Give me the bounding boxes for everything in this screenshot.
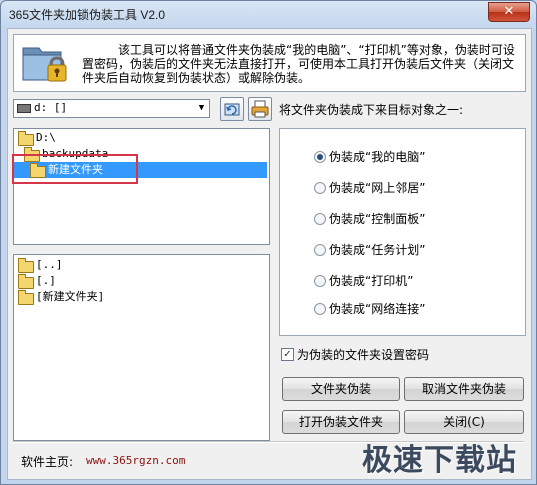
radio-label: 伪装成“我的电脑” xyxy=(329,150,426,164)
printer-icon xyxy=(251,100,269,118)
watermark-text: 极速下载站 xyxy=(362,443,517,478)
highlight-box xyxy=(12,154,138,184)
app-window: 365文件夹加锁伪装工具 V2.0 ✕ 该工具可以将普通文件夹伪装成“我的电脑”… xyxy=(0,0,537,485)
list-item-label: [.] xyxy=(36,274,56,287)
list-item[interactable]: [..] xyxy=(14,257,267,273)
tree-item-drive[interactable]: D:\ xyxy=(14,130,267,146)
folder-icon xyxy=(18,274,34,289)
radio-label: 伪装成“打印机” xyxy=(329,274,414,288)
folder-lock-icon xyxy=(22,47,67,82)
tree-item-label: D:\ xyxy=(36,131,56,144)
directory-tree[interactable]: D:\ backupdata 新建文件夹 xyxy=(13,128,270,245)
homepage-label: 软件主页: xyxy=(21,455,74,469)
open-folder-icon xyxy=(18,131,34,146)
close-button[interactable]: 关闭(C) xyxy=(404,410,524,434)
disguise-folder-button[interactable]: 文件夹伪装 xyxy=(282,377,400,401)
chevron-down-icon[interactable]: ▼ xyxy=(194,100,209,117)
radio-label: 伪装成“网络连接” xyxy=(329,302,426,316)
refresh-button[interactable] xyxy=(220,97,244,121)
close-window-button[interactable]: ✕ xyxy=(488,2,530,22)
radio-button[interactable] xyxy=(314,244,326,256)
file-list[interactable]: [..] [.] [新建文件夹] xyxy=(13,254,270,441)
drive-value: d: [] xyxy=(34,101,68,114)
list-item-label: [新建文件夹] xyxy=(36,290,105,303)
checkbox[interactable]: ✓ xyxy=(281,348,294,361)
drive-icon xyxy=(17,104,31,113)
folder-icon xyxy=(18,258,34,273)
info-panel: 该工具可以将普通文件夹伪装成“我的电脑”、“打印机”等对象，伪装时可设置密码，伪… xyxy=(13,34,526,92)
radio-button[interactable] xyxy=(314,182,326,194)
disguise-options: 伪装成“我的电脑” 伪装成“网上邻居” 伪装成“控制面板” 伪装成“任务计划” … xyxy=(279,128,526,336)
undisguise-folder-button[interactable]: 取消文件夹伪装 xyxy=(404,377,524,401)
list-item-label: [..] xyxy=(36,258,63,271)
refresh-folder-icon xyxy=(224,103,240,116)
target-label: 将文件夹伪装成下来目标对象之一: xyxy=(279,103,464,117)
checkbox-label: 为伪装的文件夹设置密码 xyxy=(297,348,430,362)
radio-button[interactable] xyxy=(314,151,326,163)
main-panel: 该工具可以将普通文件夹伪装成“我的电脑”、“打印机”等对象，伪装时可设置密码，伪… xyxy=(7,28,532,480)
folder-icon xyxy=(18,290,34,305)
list-item[interactable]: [.] xyxy=(14,273,267,289)
radio-label: 伪装成“任务计划” xyxy=(329,243,426,257)
open-disguised-folder-button[interactable]: 打开伪装文件夹 xyxy=(282,410,400,434)
radio-label: 伪装成“控制面板” xyxy=(329,212,426,226)
homepage-link[interactable]: www.365rgzn.com xyxy=(86,454,185,467)
description-text: 该工具可以将普通文件夹伪装成“我的电脑”、“打印机”等对象，伪装时可设置密码，伪… xyxy=(82,43,515,85)
radio-button[interactable] xyxy=(314,303,326,315)
window-title: 365文件夹加锁伪装工具 V2.0 xyxy=(9,8,166,22)
radio-label: 伪装成“网上邻居” xyxy=(329,181,426,195)
radio-button[interactable] xyxy=(314,275,326,287)
drive-select[interactable]: d: [] ▼ xyxy=(13,99,210,118)
list-item[interactable]: [新建文件夹] xyxy=(14,289,267,305)
title-bar[interactable]: 365文件夹加锁伪装工具 V2.0 ✕ xyxy=(1,1,536,27)
radio-button[interactable] xyxy=(314,213,326,225)
print-button[interactable] xyxy=(248,97,272,121)
